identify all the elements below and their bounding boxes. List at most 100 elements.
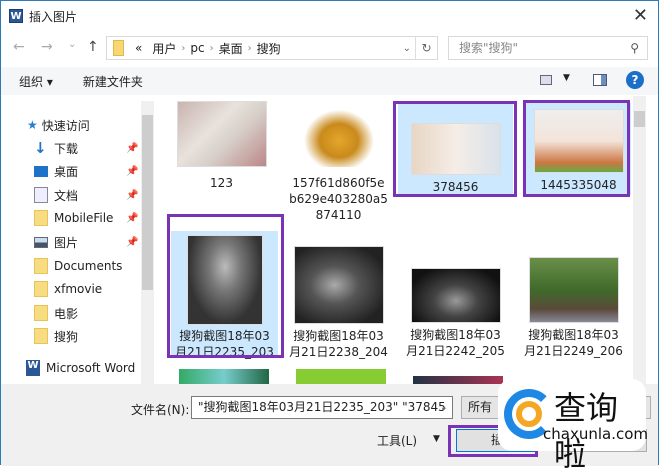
filename-input[interactable]: "搜狗截图18年03月21日2235_203" "37845 ⌄ [191, 396, 453, 419]
file-name: 搜狗截图18年03 月21日2238_204 [289, 329, 388, 359]
file-item[interactable]: 搜狗截图18年03 月21日2249_206 [516, 257, 631, 372]
sidebar-item-label: 文档 [54, 188, 79, 203]
sidebar-item-mobilefile[interactable]: MobileFile [34, 208, 113, 228]
watermark-url: chaxunla.com [543, 425, 648, 443]
file-list-scrollbar[interactable] [633, 96, 646, 384]
search-icon: ⚲ [630, 41, 639, 55]
breadcrumb-pc[interactable]: pc [190, 41, 204, 55]
sidebar-item-label: Documents [54, 259, 123, 273]
file-thumbnail[interactable] [413, 376, 503, 384]
help-icon[interactable]: ? [626, 71, 644, 89]
sidebar-item-documents[interactable]: 文档 [34, 185, 78, 205]
pin-icon[interactable]: 📌 [126, 190, 138, 201]
chevron-down-icon[interactable]: ⌄ [440, 397, 448, 418]
file-item[interactable]: 搜狗截图18年03 月21日2242_205 [398, 268, 513, 373]
sidebar-item-label: 快速访问 [41, 118, 90, 133]
folder-icon [34, 281, 48, 297]
forward-button[interactable]: → [41, 39, 53, 55]
navigation-bar: ← → ⌄ ↑ « 用户 › pc › 桌面 › 搜狗 ⌄ ↻ 搜索"搜狗" ⚲ [1, 34, 658, 62]
sidebar-item-label: 下载 [54, 141, 79, 156]
pin-icon[interactable]: 📌 [126, 213, 138, 224]
nurse-thumbnail [533, 109, 624, 173]
word-icon: W [9, 9, 23, 23]
sidebar-item-sogou[interactable]: 搜狗 [34, 326, 78, 346]
pin-icon[interactable]: 📌 [126, 237, 138, 248]
file-thumbnail[interactable] [296, 369, 386, 384]
scrollbar-thumb[interactable] [634, 111, 645, 127]
desktop-icon [34, 165, 48, 177]
filename-label: 文件名(N): [131, 403, 190, 417]
back-button[interactable]: ← [13, 39, 25, 55]
title-bar: W 插入图片 ✕ [1, 1, 658, 31]
sidebar-item-quick-access[interactable]: ★ 快速访问 [27, 115, 90, 135]
scrollbar-thumb[interactable] [142, 115, 153, 290]
file-name: 搜狗截图18年03 月21日2242_205 [406, 328, 505, 358]
up-button[interactable]: ↑ [87, 39, 99, 55]
portrait-thumbnail [410, 268, 501, 323]
sidebar-item-label: MobileFile [54, 211, 114, 225]
sidebar-item-desktop[interactable]: 桌面 [34, 161, 78, 181]
breadcrumb-users[interactable]: 用户 [152, 40, 176, 57]
star-icon: ★ [27, 118, 38, 132]
search-input[interactable]: 搜索"搜狗" ⚲ [448, 36, 648, 60]
sidebar-item-label: Microsoft Word [46, 361, 136, 375]
sidebar-item-downloads[interactable]: ↓ 下载 [34, 138, 78, 158]
breadcrumb-overflow[interactable]: « [135, 41, 142, 55]
address-bar[interactable]: « 用户 › pc › 桌面 › 搜狗 ⌄ ↻ [106, 36, 438, 60]
breadcrumb-sogou[interactable]: 搜狗 [257, 40, 281, 57]
file-name: 1445335048 [540, 178, 617, 192]
watermark-logo: 查询啦 chaxunla.com [498, 379, 648, 473]
folder-icon [34, 258, 48, 274]
tools-button[interactable]: 工具(L) [377, 432, 417, 449]
document-icon [34, 187, 48, 203]
file-item[interactable]: 搜狗截图18年03 月21日2238_204 [281, 246, 396, 371]
file-name: 搜狗截图18年03 月21日2249_206 [524, 328, 623, 358]
sidebar-scrollbar[interactable] [141, 101, 154, 384]
folder-icon [34, 328, 48, 344]
certificate-thumbnail [176, 101, 267, 167]
close-button[interactable]: ✕ [633, 5, 648, 26]
sidebar-item-documents-folder[interactable]: Documents [34, 256, 122, 276]
file-name: 157f61d860f5e b629e403280a5 874110 [289, 176, 388, 222]
folder-icon [34, 210, 48, 226]
logo-q-inner [516, 401, 542, 427]
sidebar-item-label: xfmovie [54, 282, 103, 296]
folder-icon [113, 40, 124, 56]
file-name: 123 [210, 176, 233, 190]
view-icon[interactable] [540, 75, 552, 85]
tools-dropdown-icon[interactable]: ▼ [433, 434, 440, 444]
new-folder-button[interactable]: 新建文件夹 [83, 73, 143, 90]
breadcrumb-desktop[interactable]: 桌面 [219, 40, 243, 57]
sidebar-item-label: 桌面 [54, 164, 79, 179]
file-item[interactable]: 157f61d860f5e b629e403280a5 874110 [281, 101, 396, 231]
folder-icon [34, 305, 48, 321]
word-icon: W [26, 360, 40, 376]
pin-icon[interactable]: 📌 [126, 166, 138, 177]
file-item[interactable]: 378456 [398, 103, 513, 195]
file-name: 搜狗截图18年03 月21日2235_203 [175, 329, 274, 359]
file-item[interactable]: 123 [164, 101, 279, 196]
preview-pane-icon[interactable] [593, 74, 607, 86]
portrait-thumbnail [186, 235, 263, 325]
sidebar-item-microsoft-word[interactable]: W Microsoft Word [26, 358, 135, 378]
refresh-icon[interactable]: ↻ [415, 37, 437, 59]
sidebar-item-pictures[interactable]: 图片 [34, 232, 78, 252]
file-item[interactable]: 1445335048 [526, 103, 631, 195]
tree-thumbnail [528, 257, 619, 323]
chevron-down-icon[interactable]: ⌄ [403, 43, 411, 54]
recent-locations-button[interactable]: ⌄ [68, 39, 76, 50]
organize-button[interactable]: 组织 ▾ [19, 73, 53, 90]
sidebar-item-movies[interactable]: 电影 [34, 303, 78, 323]
sidebar-item-xfmovie[interactable]: xfmovie [34, 279, 102, 299]
pin-icon[interactable]: 📌 [126, 143, 138, 154]
file-thumbnail[interactable] [179, 369, 269, 384]
view-dropdown-icon[interactable]: ▼ [563, 73, 570, 83]
sidebar-item-label: 电影 [54, 306, 79, 321]
download-icon: ↓ [34, 139, 47, 157]
toolbar: 组织 ▾ 新建文件夹 ▼ ? [1, 67, 658, 95]
family-thumbnail [410, 123, 501, 175]
file-list: 123 157f61d860f5e b629e403280a5 874110 3… [161, 96, 646, 384]
file-name: 378456 [432, 180, 479, 194]
file-item[interactable]: 搜狗截图18年03 月21日2235_203 [171, 231, 278, 359]
portrait-thumbnail [293, 246, 384, 324]
